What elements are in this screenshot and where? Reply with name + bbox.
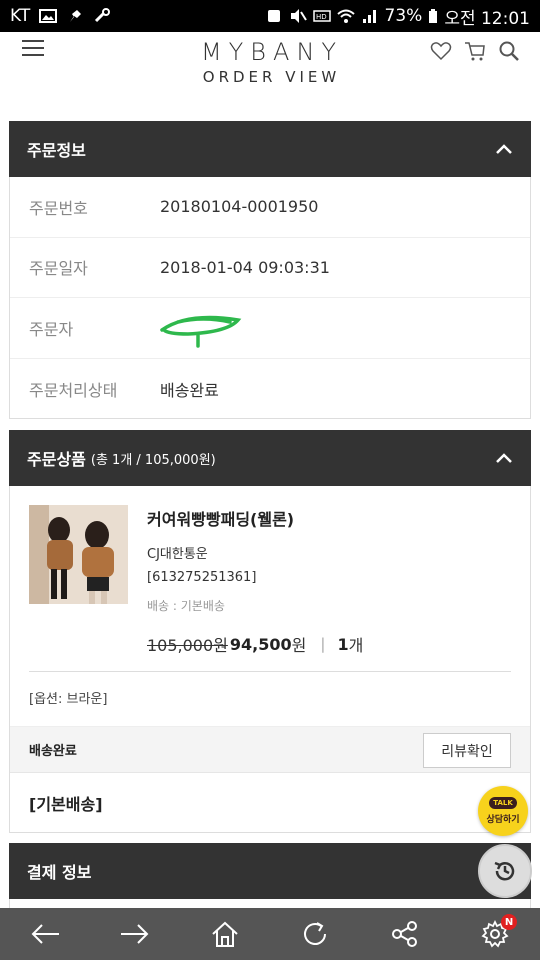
product-name[interactable]: 커여워빵빵패딩(웰론) — [147, 506, 294, 530]
arrow-left-icon — [31, 924, 59, 944]
order-date-value: 2018-01-04 09:03:31 — [160, 257, 330, 277]
hd-icon: HD — [312, 10, 331, 22]
status-bar: KT HD 73% 오전 12:01 — [0, 0, 540, 32]
mute-icon — [290, 9, 307, 23]
wifi-icon — [336, 9, 355, 23]
shipping-carrier: CJ대한통운 — [147, 547, 208, 562]
price-divider: | — [320, 635, 326, 653]
payment-info-body — [9, 899, 531, 908]
divider — [29, 671, 511, 672]
wrench-icon — [95, 8, 111, 23]
notification-badge: N — [501, 914, 517, 930]
chevron-up-icon[interactable] — [495, 143, 513, 155]
kakao-chat-button[interactable]: TALK 상담하기 — [478, 786, 528, 836]
quantity: 1 — [337, 634, 349, 654]
share-icon — [392, 921, 417, 947]
share-button[interactable] — [387, 916, 423, 952]
order-number-label: 주문번호 — [29, 198, 88, 218]
redaction-scribble — [160, 315, 242, 348]
order-status-value: 배송완료 — [160, 380, 219, 400]
carrier-label: KT — [10, 6, 31, 26]
alarm-icon — [267, 10, 280, 22]
order-info-title: 주문정보 — [27, 141, 86, 160]
reload-icon — [304, 922, 326, 945]
cart-icon[interactable] — [464, 40, 486, 62]
settings-button[interactable]: N — [477, 914, 517, 952]
clock: 오전 12:01 — [444, 8, 530, 29]
home-icon — [212, 921, 238, 947]
order-number-value: 20180104-0001950 — [160, 197, 319, 217]
order-item-card: 커여워빵빵패딩(웰론) CJ대한통운 [613275251361] 배송 : 기… — [9, 486, 531, 833]
orderer-row: 주문자 — [10, 298, 530, 359]
orderer-label: 주문자 — [29, 319, 74, 339]
battery-percent: 73% — [384, 6, 423, 26]
order-status-row: 주문처리상태 배송완료 — [10, 359, 530, 420]
chevron-up-icon[interactable] — [495, 452, 513, 464]
quantity-unit: 개 — [348, 636, 364, 655]
browser-toolbar: N — [0, 908, 540, 960]
order-info-header[interactable]: 주문정보 — [9, 121, 531, 177]
order-info-table: 주문번호 20180104-0001950 주문일자 2018-01-04 09… — [9, 177, 531, 419]
product-thumbnail[interactable] — [29, 505, 128, 604]
signal-icon — [362, 10, 376, 23]
shipping-group: [기본배송] — [29, 795, 103, 814]
order-date-label: 주문일자 — [29, 259, 88, 279]
item-status: 배송완료 — [29, 744, 77, 759]
product-option: [옵션: 브라운] — [29, 692, 108, 707]
order-number-row: 주문번호 20180104-0001950 — [10, 177, 530, 238]
payment-info-title: 결제 정보 — [27, 863, 92, 882]
reload-button[interactable] — [297, 916, 333, 952]
price-line: 105,000원 94,500 원 | 1 개 — [147, 632, 363, 656]
tracking-number[interactable]: [613275251361] — [147, 570, 256, 585]
order-items-title: 주문상품 — [27, 450, 86, 469]
sale-price: 94,500 — [229, 634, 292, 654]
order-date-row: 주문일자 2018-01-04 09:03:31 — [10, 238, 530, 298]
forward-button[interactable] — [117, 916, 153, 952]
history-button[interactable] — [478, 844, 532, 898]
search-icon[interactable] — [498, 40, 520, 62]
item-status-row: 배송완료 리뷰확인 — [10, 726, 530, 773]
home-button[interactable] — [207, 916, 243, 952]
shipping-method: 배송 : 기본배송 — [147, 599, 225, 613]
talk-badge: TALK — [489, 797, 517, 809]
history-icon — [494, 861, 515, 881]
pin-icon — [70, 10, 82, 22]
review-button[interactable]: 리뷰확인 — [423, 733, 511, 768]
payment-info-header[interactable]: 결제 정보 — [9, 843, 531, 899]
order-items-summary: (총 1개 / 105,000원) — [90, 452, 216, 468]
original-price: 105,000원 — [147, 636, 228, 655]
kakao-chat-label: 상담하기 — [486, 815, 520, 825]
page-title: ORDER VIEW — [202, 68, 341, 86]
arrow-right-icon — [121, 924, 149, 944]
battery-icon — [429, 9, 438, 23]
order-items-header[interactable]: 주문상품 (총 1개 / 105,000원) — [9, 430, 531, 486]
gallery-icon — [39, 9, 58, 23]
order-status-label: 주문처리상태 — [29, 380, 118, 400]
site-header: MYBANY ORDER VIEW — [0, 32, 540, 120]
back-button[interactable] — [27, 916, 63, 952]
heart-icon[interactable] — [430, 40, 452, 62]
currency-unit: 원 — [291, 636, 307, 655]
svg-text:HD: HD — [316, 13, 327, 21]
